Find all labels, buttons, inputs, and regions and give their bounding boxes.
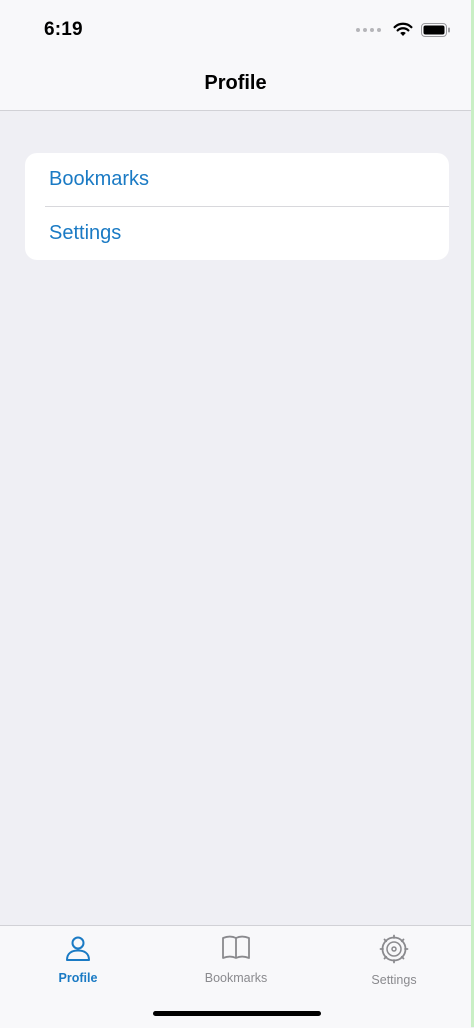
list-item-label: Bookmarks xyxy=(49,168,150,190)
status-time: 6:19 xyxy=(44,19,83,40)
tab-label: Settings xyxy=(371,973,417,987)
gear-icon xyxy=(379,934,409,969)
book-icon xyxy=(221,934,251,967)
tab-bar: Profile Bookmarks Settings xyxy=(0,925,471,1028)
list-item-settings[interactable]: Settings xyxy=(25,207,449,260)
person-icon xyxy=(64,934,92,967)
wifi-icon xyxy=(393,22,413,37)
list-item-label: Settings xyxy=(49,222,122,244)
tab-label: Bookmarks xyxy=(204,971,268,985)
list-item-bookmarks[interactable]: Bookmarks xyxy=(25,153,449,206)
tab-label: Profile xyxy=(58,971,98,985)
header: 6:19 Profile xyxy=(0,0,471,111)
home-indicator[interactable] xyxy=(153,1011,321,1016)
status-indicators xyxy=(356,22,451,37)
cellular-signal-icon xyxy=(356,27,381,32)
app-screen: 6:19 Profile Bookmarks Settings Profile … xyxy=(0,0,474,1028)
tab-bookmarks[interactable]: Bookmarks xyxy=(176,934,296,985)
page-title: Profile xyxy=(204,72,267,94)
tab-settings[interactable]: Settings xyxy=(334,934,454,987)
profile-menu-list: Bookmarks Settings xyxy=(25,153,449,260)
tab-profile[interactable]: Profile xyxy=(18,934,138,985)
battery-icon xyxy=(421,22,451,37)
